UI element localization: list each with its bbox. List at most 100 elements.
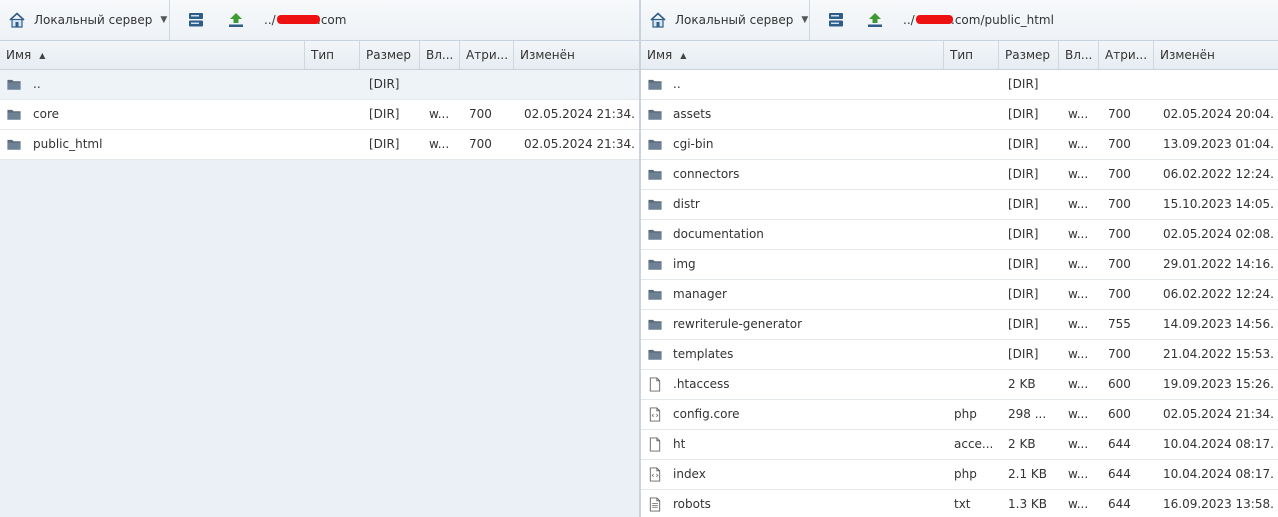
right-server-dropdown[interactable]: Локальный сервер ▼ [641, 0, 810, 40]
cell-name: assets [673, 107, 712, 121]
table-row[interactable]: distr [DIR] w... 700 15.10.2023 14:05... [641, 190, 1278, 220]
table-row[interactable]: public_html [DIR] w... 700 02.05.2024 21:34.… [0, 130, 639, 160]
cell-modified: 19.09.2023 15:26... [1163, 377, 1275, 391]
cell-size: 1.3 KB [1008, 497, 1047, 511]
cell-size: 2 KB [1008, 437, 1036, 451]
cell-modified: 16.09.2023 13:58... [1163, 497, 1275, 511]
cell-name: documentation [673, 227, 764, 241]
left-server-dropdown[interactable]: Локальный сервер ▼ [0, 0, 170, 40]
cell-size: [DIR] [1008, 257, 1039, 271]
folder-icon [648, 229, 662, 240]
column-type[interactable]: Тип [944, 41, 999, 69]
column-name[interactable]: Имя ▲ [0, 41, 305, 69]
home-icon [9, 12, 25, 28]
cell-size: [DIR] [369, 137, 400, 151]
column-owner[interactable]: Вл... [420, 41, 460, 69]
cell-size: 298 ... [1008, 407, 1047, 421]
cell-attr: 700 [1108, 257, 1131, 271]
left-column-header: Имя ▲ Тип Размер Вл... Атри... Изменён [0, 41, 639, 70]
cell-attr: 700 [1108, 287, 1131, 301]
cell-attr: 644 [1108, 497, 1131, 511]
cell-owner: w... [1068, 227, 1089, 241]
cell-size: 2.1 KB [1008, 467, 1047, 481]
table-row[interactable]: assets [DIR] w... 700 02.05.2024 20:04... [641, 100, 1278, 130]
folder-icon [648, 259, 662, 270]
upload-icon[interactable] [866, 11, 884, 29]
column-modified[interactable]: Изменён [514, 41, 639, 69]
cell-type: acce... [954, 437, 994, 451]
cell-attr: 700 [1108, 347, 1131, 361]
column-type[interactable]: Тип [305, 41, 360, 69]
cell-name: img [673, 257, 696, 271]
cell-attr: 644 [1108, 437, 1131, 451]
cell-owner [1068, 70, 1096, 99]
file-icon [649, 377, 661, 392]
cell-modified: 10.04.2024 08:17... [1163, 437, 1275, 451]
cell-attr: 644 [1108, 467, 1131, 481]
upload-icon[interactable] [227, 11, 245, 29]
table-row[interactable]: cgi-bin [DIR] w... 700 13.09.2023 01:04... [641, 130, 1278, 160]
table-row[interactable]: templates [DIR] w... 700 21.04.2022 15:53... [641, 340, 1278, 370]
table-row[interactable]: rewriterule-generator [DIR] w... 755 14.09.2… [641, 310, 1278, 340]
table-row[interactable]: ht acce... 2 KB w... 644 10.04.2024 08:17... [641, 430, 1278, 460]
table-row[interactable]: documentation [DIR] w... 700 02.05.2024 02:0… [641, 220, 1278, 250]
right-path-suffix: .com/public_html [951, 13, 1054, 27]
cell-type [954, 340, 998, 369]
cell-attr: 700 [469, 107, 492, 121]
column-owner[interactable]: Вл... [1059, 41, 1099, 69]
cell-attr [1108, 70, 1148, 99]
cell-type [954, 190, 998, 219]
folder-icon [648, 169, 662, 180]
table-row[interactable]: img [DIR] w... 700 29.01.2022 14:16... [641, 250, 1278, 280]
cell-attr: 700 [1108, 107, 1131, 121]
cell-size: [DIR] [1008, 107, 1039, 121]
cell-name: core [33, 107, 59, 121]
table-row[interactable]: core [DIR] w... 700 02.05.2024 21:34... [0, 100, 639, 130]
table-row[interactable]: index php 2.1 KB w... 644 10.04.2024 08:17... [641, 460, 1278, 490]
cell-type [954, 310, 998, 339]
parent-dir-row[interactable]: .. [DIR] [641, 70, 1278, 100]
cell-type [954, 370, 998, 399]
table-row[interactable]: robots txt 1.3 KB w... 644 16.09.2023 13:58..… [641, 490, 1278, 517]
cell-type [311, 100, 355, 129]
cell-type [311, 130, 355, 159]
cell-attr: 700 [1108, 167, 1131, 181]
cell-size: [DIR] [1008, 197, 1039, 211]
table-row[interactable]: manager [DIR] w... 700 06.02.2022 12:24... [641, 280, 1278, 310]
code-file-icon [649, 407, 661, 422]
cell-attr: 700 [1108, 197, 1131, 211]
table-row[interactable]: .htaccess 2 KB w... 600 19.09.2023 15:26... [641, 370, 1278, 400]
cell-owner: w... [1068, 437, 1089, 451]
server-icon[interactable] [187, 11, 205, 29]
parent-dir-row[interactable]: .. [DIR] [0, 70, 639, 100]
cell-name: robots [673, 497, 711, 511]
column-modified[interactable]: Изменён [1154, 41, 1278, 69]
code-file-icon [649, 467, 661, 482]
cell-owner: w... [1068, 347, 1089, 361]
left-path-suffix: .com [317, 13, 347, 27]
cell-owner [429, 70, 457, 99]
folder-icon [648, 349, 662, 360]
cell-owner: w... [1068, 497, 1089, 511]
cell-type [954, 100, 998, 129]
table-row[interactable]: config.core php 298 ... w... 600 02.05.2024 2… [641, 400, 1278, 430]
cell-type [954, 220, 998, 249]
cell-modified: 21.04.2022 15:53... [1163, 347, 1275, 361]
cell-size: [DIR] [1008, 167, 1039, 181]
cell-modified [524, 70, 636, 99]
left-server-label: Локальный сервер [34, 13, 153, 27]
column-name[interactable]: Имя ▲ [641, 41, 944, 69]
table-row[interactable]: connectors [DIR] w... 700 06.02.2022 12:24..… [641, 160, 1278, 190]
column-attr[interactable]: Атри... [460, 41, 514, 69]
column-attr[interactable]: Атри... [1099, 41, 1154, 69]
column-size[interactable]: Размер [999, 41, 1059, 69]
cell-modified: 02.05.2024 20:04... [1163, 107, 1275, 121]
cell-name: config.core [673, 407, 740, 421]
cell-name: templates [673, 347, 734, 361]
server-icon[interactable] [827, 11, 845, 29]
column-size[interactable]: Размер [360, 41, 420, 69]
cell-size: [DIR] [1008, 347, 1039, 361]
cell-type [954, 280, 998, 309]
redaction-mark [916, 15, 953, 24]
cell-type: php [954, 407, 977, 421]
